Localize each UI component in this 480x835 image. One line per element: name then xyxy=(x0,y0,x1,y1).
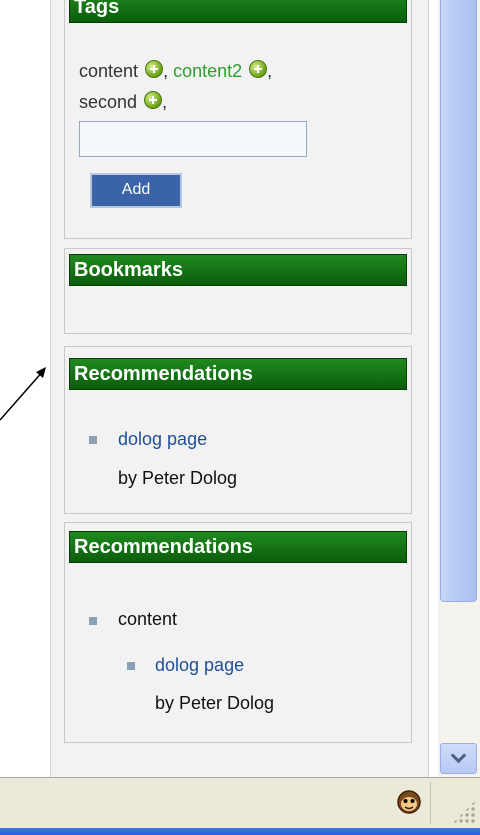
add-tag-plus-icon[interactable] xyxy=(145,60,164,78)
monkey-icon[interactable] xyxy=(396,788,422,814)
tags-panel-title: Tags xyxy=(74,0,120,18)
tag-content[interactable]: content xyxy=(79,61,138,81)
bookmarks-panel-header: Bookmarks xyxy=(69,254,407,286)
annotation-arrow-icon xyxy=(0,367,46,421)
bookmarks-panel-title: Bookmarks xyxy=(74,259,183,281)
recommendations-panel-1-title: Recommendations xyxy=(74,363,253,385)
tag-content2[interactable]: content2 xyxy=(173,61,242,81)
recommendation-link[interactable]: dolog page xyxy=(118,429,207,450)
recommendation-author: by Peter Dolog xyxy=(155,693,275,713)
tag-list-row-1: content , content2 , xyxy=(79,60,272,82)
recommendations-panel-2-header: Recommendations xyxy=(69,531,407,563)
status-bar xyxy=(0,777,480,828)
list-bullet-icon xyxy=(89,617,97,625)
taskbar-edge xyxy=(0,828,480,835)
recommendation-author: by Peter Dolog xyxy=(118,468,238,488)
recommendations-panel-1: Recommendations xyxy=(64,346,412,514)
recommendations-panel-1-header: Recommendations xyxy=(69,358,407,390)
vertical-scrollbar[interactable] xyxy=(437,0,480,777)
scrollbar-thumb[interactable] xyxy=(440,0,477,602)
tag-second[interactable]: second xyxy=(79,92,137,112)
tag-input[interactable] xyxy=(79,121,307,157)
right-divider xyxy=(428,0,437,777)
resize-grip-icon[interactable] xyxy=(452,800,476,824)
list-bullet-icon xyxy=(127,662,135,670)
add-tag-button[interactable]: Add xyxy=(90,173,182,208)
tag-separator: , xyxy=(162,92,168,112)
scroll-down-arrow-icon[interactable] xyxy=(440,743,477,774)
recommendation-group: content xyxy=(118,609,178,629)
add-tag-plus-icon[interactable] xyxy=(249,60,268,78)
tag-list-row-2: second , xyxy=(79,91,167,113)
bookmarks-panel: Bookmarks xyxy=(64,248,412,334)
list-bullet-icon xyxy=(89,436,97,444)
add-tag-plus-icon[interactable] xyxy=(144,91,163,109)
status-separator xyxy=(430,782,431,824)
recommendations-panel-2-title: Recommendations xyxy=(74,536,253,558)
tags-panel-header: Tags xyxy=(69,0,407,23)
tag-separator: , xyxy=(267,61,273,81)
tag-separator: , xyxy=(163,61,169,81)
recommendation-link[interactable]: dolog page xyxy=(155,655,244,676)
